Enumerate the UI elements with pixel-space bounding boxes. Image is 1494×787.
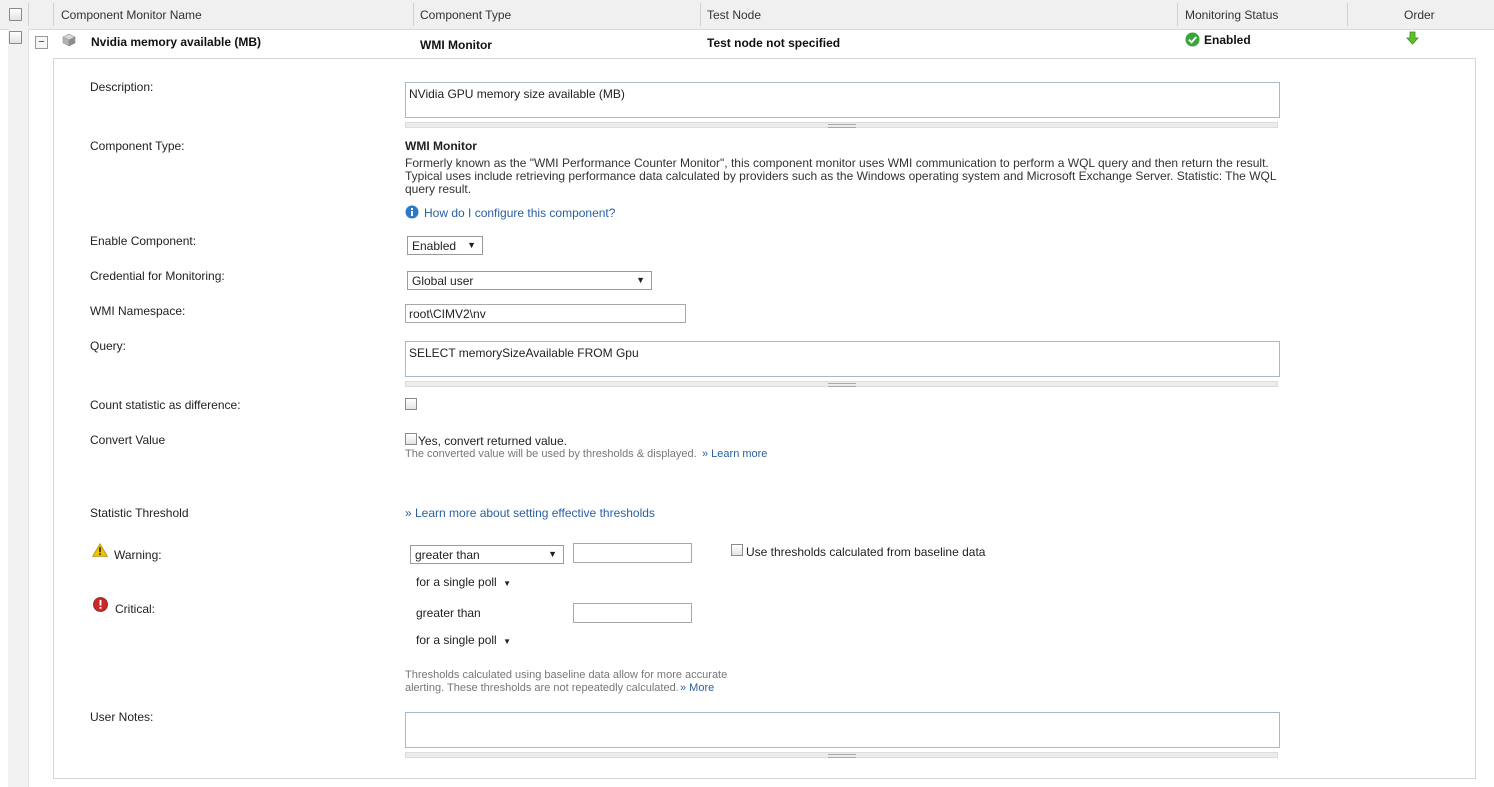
component-type-description: Formerly known as the "WMI Performance C… <box>405 156 1277 196</box>
row-select-checkbox[interactable] <box>9 31 22 44</box>
convert-value-checkbox[interactable] <box>405 433 417 445</box>
convert-value-checkbox-label[interactable]: Yes, convert returned value. <box>418 434 567 448</box>
description-resize-handle[interactable] <box>405 122 1278 128</box>
info-icon <box>405 205 419 219</box>
description-label: Description: <box>90 80 154 94</box>
critical-poll-dropdown[interactable]: for a single poll ▼ <box>416 633 511 647</box>
chevron-down-icon: ▼ <box>636 275 645 285</box>
header-monitoring-status[interactable]: Monitoring Status <box>1185 8 1278 22</box>
caret-down-icon: ▼ <box>503 579 511 588</box>
grid-header: Component Monitor Name Component Type Te… <box>0 0 1494 30</box>
warning-operator-select[interactable]: greater than ▼ <box>410 545 564 564</box>
critical-label: Critical: <box>115 602 156 616</box>
critical-operator: greater than <box>416 606 481 620</box>
convert-value-label: Convert Value <box>90 433 166 447</box>
select-all-checkbox[interactable] <box>9 8 22 21</box>
convert-value-note: The converted value will be used by thre… <box>405 448 697 460</box>
component-type-label: Component Type: <box>90 139 185 153</box>
configure-component-link[interactable]: How do I configure this component? <box>424 206 615 220</box>
credential-label: Credential for Monitoring: <box>90 269 225 283</box>
row-gutter <box>8 29 29 787</box>
collapse-toggle-button[interactable]: − <box>35 36 48 49</box>
query-textarea[interactable]: SELECT memorySizeAvailable FROM Gpu <box>405 341 1280 377</box>
component-monitor-name[interactable]: Nvidia memory available (MB) <box>91 35 261 49</box>
user-notes-textarea[interactable] <box>405 712 1280 748</box>
test-node-value: Test node not specified <box>707 36 841 50</box>
warning-poll-value: for a single poll <box>416 575 497 589</box>
baseline-note-line-1: Thresholds calculated using baseline dat… <box>405 669 728 681</box>
chevron-down-icon: ▼ <box>548 549 557 559</box>
query-resize-handle[interactable] <box>405 381 1278 387</box>
enable-component-value: Enabled <box>412 239 457 253</box>
warning-operator-value: greater than <box>415 548 480 562</box>
critical-circle-icon <box>93 597 108 612</box>
warning-threshold-input[interactable] <box>573 543 692 563</box>
wmi-namespace-label: WMI Namespace: <box>90 304 186 318</box>
baseline-more-link[interactable]: » More <box>680 682 714 694</box>
caret-down-icon: ▼ <box>503 637 511 646</box>
chevron-down-icon: ▼ <box>467 240 476 250</box>
cube-icon <box>62 33 76 47</box>
enable-component-select[interactable]: Enabled ▼ <box>407 236 483 255</box>
credential-select[interactable]: Global user ▼ <box>407 271 652 290</box>
query-label: Query: <box>90 339 127 353</box>
user-notes-label: User Notes: <box>90 710 154 724</box>
baseline-thresholds-checkbox[interactable] <box>731 544 743 556</box>
wmi-namespace-input[interactable]: root\CIMV2\nv <box>405 304 686 323</box>
warning-triangle-icon <box>92 543 108 557</box>
monitoring-status-value: Enabled <box>1204 33 1251 47</box>
header-order[interactable]: Order <box>1404 8 1435 22</box>
user-notes-resize-handle[interactable] <box>405 752 1278 758</box>
critical-poll-value: for a single poll <box>416 633 497 647</box>
statistic-threshold-label: Statistic Threshold <box>90 506 189 520</box>
convert-learn-more-link[interactable]: » Learn more <box>702 448 767 460</box>
count-statistic-label: Count statistic as difference: <box>90 398 241 412</box>
threshold-learn-more-link[interactable]: » Learn more about setting effective thr… <box>405 506 655 520</box>
component-type-value: WMI Monitor <box>420 38 492 52</box>
critical-threshold-input[interactable] <box>573 603 692 623</box>
warning-poll-dropdown[interactable]: for a single poll ▼ <box>416 575 511 589</box>
credential-value: Global user <box>412 274 474 288</box>
arrow-down-icon[interactable] <box>1406 31 1419 45</box>
warning-label: Warning: <box>114 548 162 562</box>
description-textarea[interactable]: NVidia GPU memory size available (MB) <box>405 82 1280 118</box>
header-component-type[interactable]: Component Type <box>420 8 511 22</box>
enable-component-label: Enable Component: <box>90 234 197 248</box>
baseline-note-line-2: alerting. These thresholds are not repea… <box>405 682 679 694</box>
check-circle-icon <box>1185 32 1200 47</box>
header-component-monitor-name[interactable]: Component Monitor Name <box>61 8 202 22</box>
baseline-thresholds-label[interactable]: Use thresholds calculated from baseline … <box>746 545 985 559</box>
header-test-node[interactable]: Test Node <box>707 8 761 22</box>
count-statistic-checkbox[interactable] <box>405 398 417 410</box>
component-type-title: WMI Monitor <box>405 139 477 153</box>
